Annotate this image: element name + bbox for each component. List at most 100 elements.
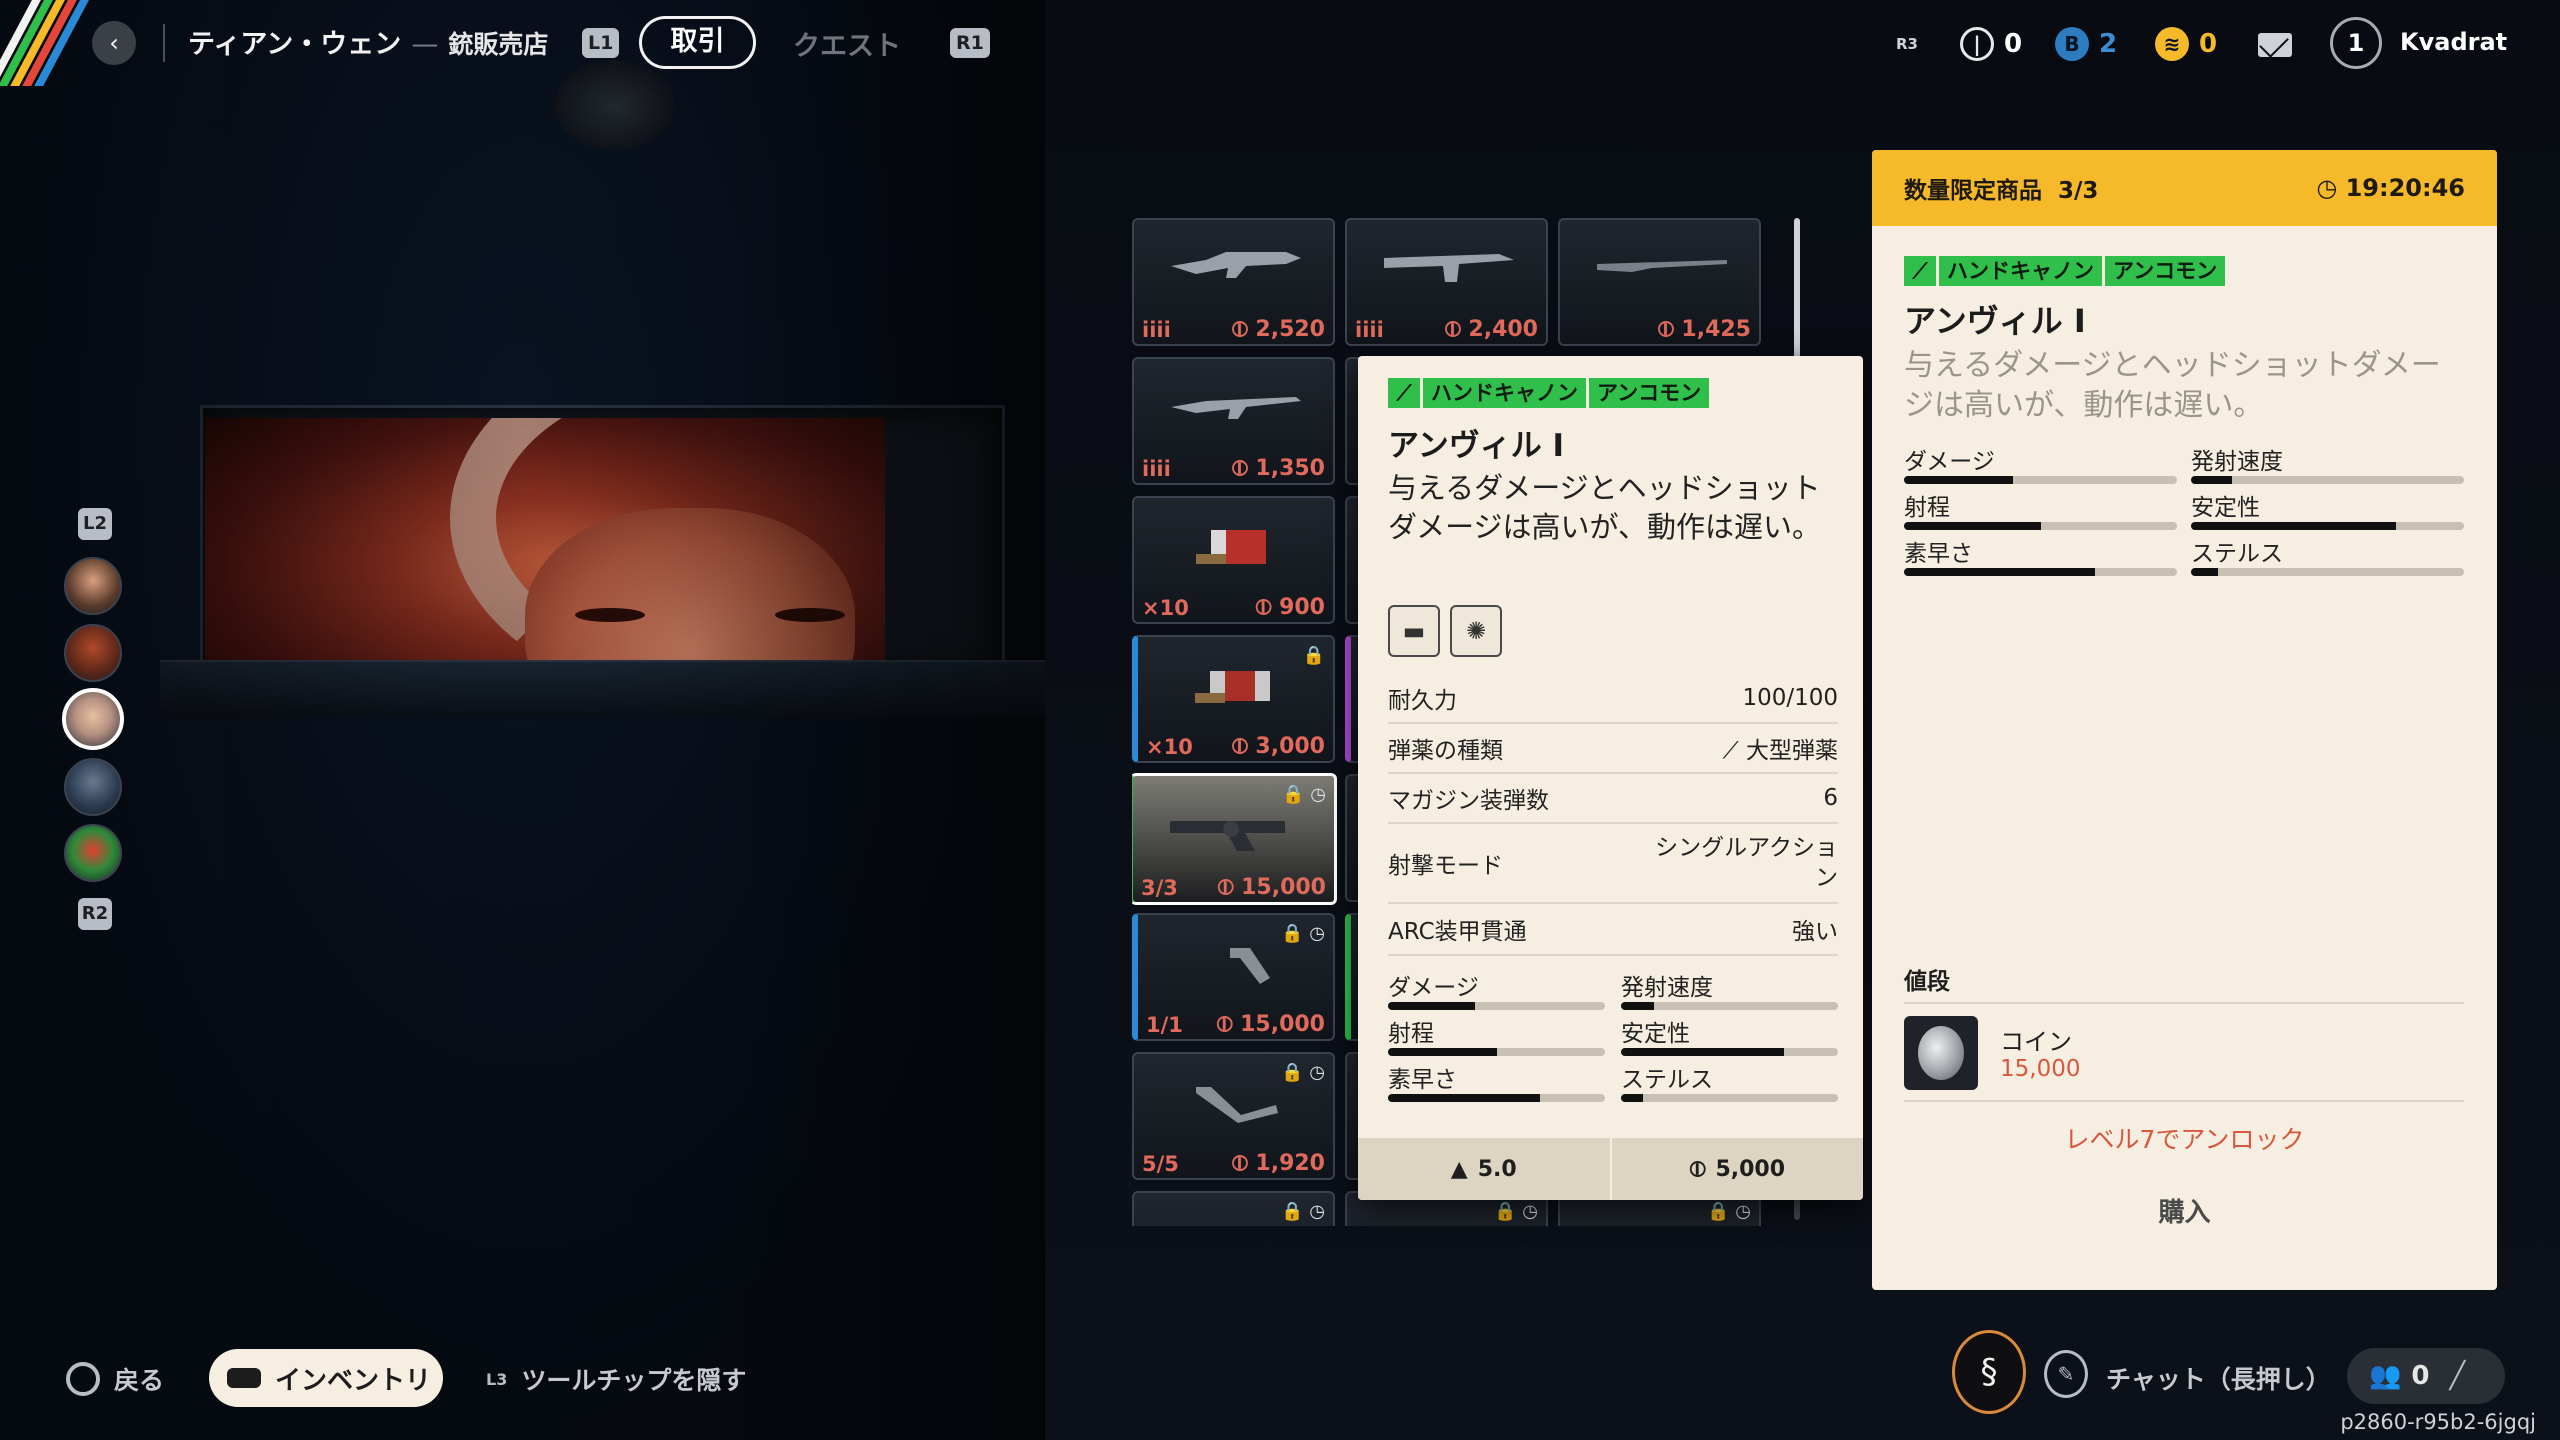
- party-button[interactable]: 👥 0 ╱: [2347, 1348, 2505, 1404]
- player-level-badge: 1: [2330, 17, 2382, 69]
- stat-ammo-type: 弾薬の種類 ⟋ 大型弾薬: [1388, 724, 1838, 774]
- bar-stability: 安定性: [2191, 494, 2464, 530]
- r3-controller-icon: R3: [1896, 35, 1918, 53]
- item-cell[interactable]: iiii ⦶ 2,400: [1345, 218, 1548, 346]
- back-hint[interactable]: 戻る: [66, 1354, 164, 1404]
- tooltip-footer: ▲ 5.0 ⦶ 5,000: [1358, 1138, 1863, 1200]
- rifle-icon: [1171, 252, 1301, 278]
- l3-stick-icon: L3: [486, 1369, 508, 1389]
- ammo-type-mark: iiii: [1142, 318, 1171, 342]
- vignette: [0, 0, 1045, 1440]
- l2-button-hint: L2: [78, 508, 112, 540]
- tab-quests[interactable]: クエスト: [793, 24, 901, 63]
- panel-stat-bars: ダメージ 発射速度 射程 安定性 素早さ ステルス: [1904, 448, 2464, 576]
- weapon-part-icon: [1230, 948, 1270, 984]
- item-description: 与えるダメージとヘッドショットダメージは高いが、動作は遅い。: [1904, 348, 2441, 423]
- tooltip-stat-bars: ダメージ 発射速度 射程 安定性 素早さ ステルス: [1388, 974, 1838, 1102]
- grid-scrollbar[interactable]: [1794, 218, 1800, 358]
- bar-range: 射程: [1904, 494, 2177, 530]
- bar-agility: 素早さ: [1904, 540, 2177, 576]
- circle-button-icon: [66, 1362, 100, 1396]
- item-cell-selected[interactable]: 🔒 ◷ 3/3 ⦶ 15,000: [1132, 773, 1337, 905]
- divider: [1904, 1002, 2464, 1004]
- item-cell[interactable]: iiii ⦶ 2,520: [1132, 218, 1335, 346]
- inventory-button[interactable]: インベントリ: [209, 1349, 443, 1407]
- stack-count: ×10: [1146, 735, 1193, 759]
- attachment-slot-barrel-icon: ▬: [1388, 605, 1440, 657]
- hide-tooltip-toggle[interactable]: L3 ツールチップを隠す: [486, 1354, 746, 1404]
- item-tags: ⟋ ハンドキャノン アンコモン: [1388, 378, 1712, 408]
- session-id: p2860-r95b2-6jgqj: [2340, 1410, 2536, 1434]
- weapon-part-icon: [1196, 1087, 1278, 1123]
- item-price: ⦶ 2,520: [1231, 317, 1325, 342]
- stock-count: 3/3: [1141, 876, 1178, 900]
- item-cell[interactable]: ⦶ 1,425: [1558, 218, 1761, 346]
- coin-count: 0: [2004, 29, 2023, 59]
- item-sell-value: ⦶ 5,000: [1609, 1138, 1864, 1200]
- restock-timer: ◷ 19:20:46: [2316, 174, 2465, 202]
- bar-fire-rate: 発射速度: [1621, 974, 1838, 1010]
- r3-social-hint[interactable]: R3: [1890, 22, 1934, 66]
- blue-token-icon: B: [2055, 27, 2089, 61]
- vendor-avatar-2[interactable]: [64, 624, 122, 682]
- vendor-avatar-4[interactable]: [64, 758, 122, 816]
- item-price: ⦶ 15,000: [1217, 875, 1326, 900]
- vendor-avatar-1[interactable]: [64, 557, 122, 615]
- price-heading: 値段: [1904, 969, 1950, 995]
- stock-count: 5/5: [1142, 1152, 1179, 1176]
- vendor-type: 銃販売店: [448, 30, 549, 59]
- bar-stability: 安定性: [1621, 1020, 1838, 1056]
- stat-durability: 耐久力 100/100: [1388, 674, 1838, 724]
- ammo-type-mark: iiii: [1142, 457, 1171, 481]
- weapon-type-tag: ハンドキャノン: [1939, 256, 2102, 286]
- l1-button-hint: L1: [582, 28, 620, 58]
- vendor-name: ティアン・ウェン: [188, 29, 402, 60]
- item-stats: 耐久力 100/100 弾薬の種類 ⟋ 大型弾薬 マガジン装弾数 6 射撃モード シング…: [1388, 674, 1838, 956]
- rifle-icon: [1171, 397, 1301, 419]
- bar-damage: ダメージ: [1388, 974, 1605, 1010]
- coin-icon: ⦶: [1689, 1156, 1706, 1182]
- gold-token-icon: ≋: [2155, 27, 2189, 61]
- item-cell[interactable]: 🔒 ◷ 1/1 ⦶ 15,000: [1132, 913, 1335, 1041]
- item-cell[interactable]: 🔒 ◷ 5/5 ⦶ 1,920: [1132, 1052, 1335, 1180]
- vendor-title: ティアン・ウェン — 銃販売店: [188, 22, 548, 61]
- bar-range: 射程: [1388, 1020, 1605, 1056]
- lock-timer-icons: 🔒 ◷: [1281, 1201, 1325, 1222]
- item-cell[interactable]: ×10 ⦶ 900: [1132, 496, 1335, 624]
- chat-hint[interactable]: チャット（長押し）: [2106, 1360, 2331, 1396]
- stack-count: ×10: [1142, 596, 1189, 620]
- tab-trade[interactable]: 取引: [639, 16, 756, 69]
- game-logo-stripes: [0, 0, 90, 86]
- player-name[interactable]: Kvadrat: [2400, 28, 2507, 56]
- touchpad-icon: [227, 1368, 261, 1388]
- back-arrow-button[interactable]: ‹: [92, 21, 136, 65]
- currency-name: コイン: [2000, 1028, 2072, 1056]
- item-cell[interactable]: iiii ⦶ 1,350: [1132, 357, 1335, 485]
- item-price: ⦶ 1,425: [1657, 317, 1751, 342]
- bar-stealth: ステルス: [1621, 1066, 1838, 1102]
- gold-token-count: 0: [2199, 29, 2218, 59]
- item-cell[interactable]: 🔒 ×10 ⦶ 3,000: [1132, 635, 1335, 763]
- stat-fire-mode: 射撃モード シングルアクション: [1388, 824, 1838, 904]
- gold-token-counter: ≋ 0: [2155, 22, 2217, 66]
- ammo-type-mark: iiii: [1355, 318, 1384, 342]
- r1-button-hint: R1: [950, 28, 990, 58]
- mic-icon: ╱: [2449, 1361, 2466, 1391]
- chat-icon[interactable]: ✎: [2044, 1350, 2088, 1398]
- vendor-avatar-5[interactable]: [64, 824, 122, 882]
- attachment-slot-magazine-icon: ✺: [1450, 605, 1502, 657]
- hand-cannon-icon: [1170, 821, 1285, 851]
- vendor-avatar-selected[interactable]: [62, 688, 124, 750]
- item-price: ⦶ 3,000: [1231, 734, 1325, 759]
- divider: [163, 24, 165, 62]
- item-tooltip: ⟋ ハンドキャノン アンコモン アンヴィル I 与えるダメージとヘッドショットダ…: [1358, 356, 1863, 1200]
- buy-button[interactable]: 購入: [1872, 1192, 2497, 1229]
- stock-count: 1/1: [1146, 1013, 1183, 1037]
- item-title: アンヴィル I: [1388, 428, 1565, 464]
- limited-offer-header: 数量限定商品 3/3 ◷ 19:20:46: [1872, 150, 2497, 226]
- mail-icon[interactable]: [2258, 33, 2292, 57]
- item-cell[interactable]: 🔒 ◷: [1132, 1191, 1335, 1226]
- ammo-box-icon: [1196, 530, 1266, 564]
- item-price: ⦶ 1,350: [1231, 456, 1325, 481]
- clock-icon: ◷: [2316, 174, 2346, 202]
